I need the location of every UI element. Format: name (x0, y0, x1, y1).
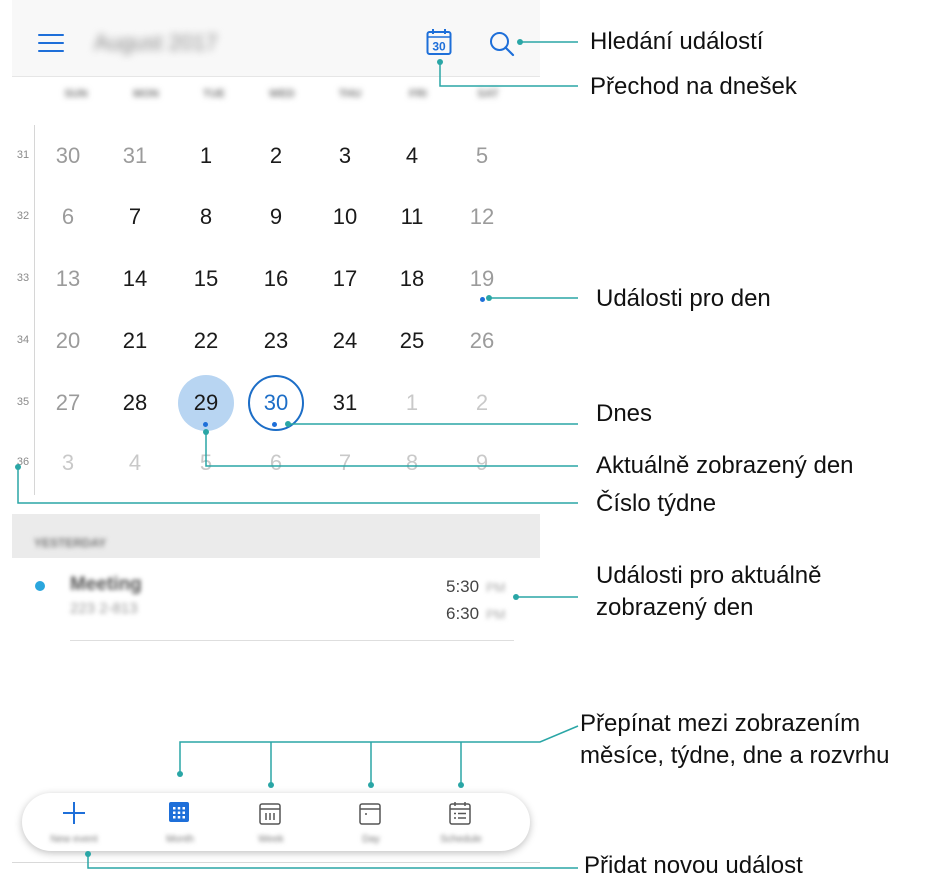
callout-search-events: Hledání událostí (590, 28, 764, 55)
callout-current-day: Aktuálně zobrazený den (596, 452, 854, 479)
callout-current-day-events-line1: Události pro aktuálně (596, 562, 822, 589)
callout-switch-views-line1: Přepínat mezi zobrazením (580, 710, 861, 737)
callout-today: Dnes (596, 400, 653, 427)
callout-events-for-day: Události pro den (596, 285, 771, 312)
callout-week-number: Číslo týdne (596, 490, 717, 517)
callout-switch-views-line2: měsíce, týdne, dne a rozvrhu (580, 742, 890, 769)
callout-current-day-events-line2: zobrazený den (596, 594, 754, 621)
callout-add-event: Přidat novou událost (584, 852, 803, 879)
callout-go-to-today: Přechod na dnešek (590, 73, 797, 100)
